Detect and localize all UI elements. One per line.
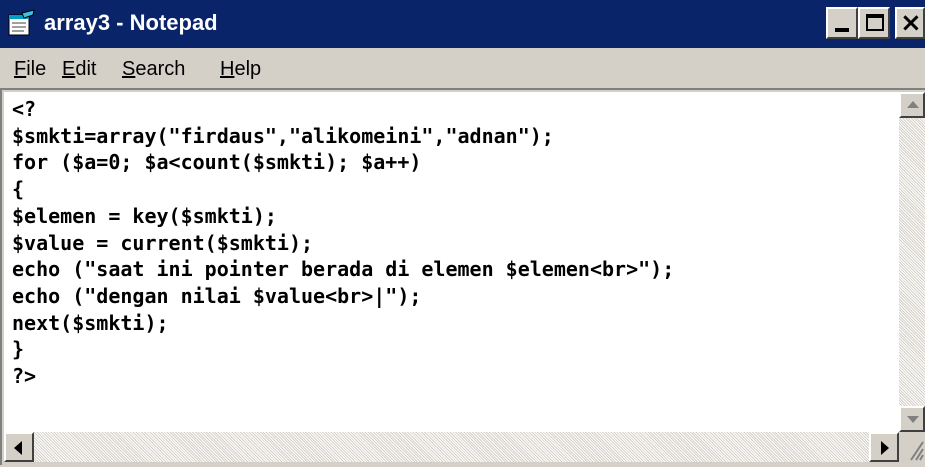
maximize-icon <box>866 14 884 31</box>
editor-content[interactable]: <? $smkti=array("firdaus","alikomeini","… <box>12 96 674 390</box>
menu-help[interactable]: Help <box>220 56 261 82</box>
resize-grip[interactable] <box>899 432 925 462</box>
close-button[interactable]: × <box>895 7 925 39</box>
text-editor[interactable]: <? $smkti=array("firdaus","alikomeini","… <box>4 92 899 432</box>
minimize-icon <box>835 28 849 32</box>
arrow-right-icon <box>881 441 889 455</box>
resize-grip-icon <box>910 441 924 461</box>
menu-search[interactable]: Search <box>122 56 185 82</box>
horizontal-scrollbar[interactable] <box>4 432 899 462</box>
scroll-up-button[interactable] <box>899 92 925 118</box>
arrow-left-icon <box>14 441 22 455</box>
scroll-down-button[interactable] <box>899 406 925 432</box>
arrow-down-icon <box>907 416 919 423</box>
scroll-right-button[interactable] <box>869 432 899 462</box>
arrow-up-icon <box>907 101 919 108</box>
notepad-window: array3 - Notepad × File Edit Search Help… <box>0 0 925 465</box>
title-bar[interactable]: array3 - Notepad × <box>0 0 925 48</box>
menu-bar: File Edit Search Help <box>0 48 925 88</box>
close-icon: × <box>900 8 922 38</box>
minimize-button[interactable] <box>826 7 858 39</box>
maximize-button[interactable] <box>858 7 890 39</box>
menu-edit[interactable]: Edit <box>62 56 96 82</box>
vertical-scrollbar[interactable] <box>899 92 925 432</box>
scroll-left-button[interactable] <box>4 432 34 462</box>
notepad-icon <box>8 9 35 36</box>
window-title: array3 - Notepad <box>44 10 218 35</box>
menu-file[interactable]: File <box>14 56 46 82</box>
